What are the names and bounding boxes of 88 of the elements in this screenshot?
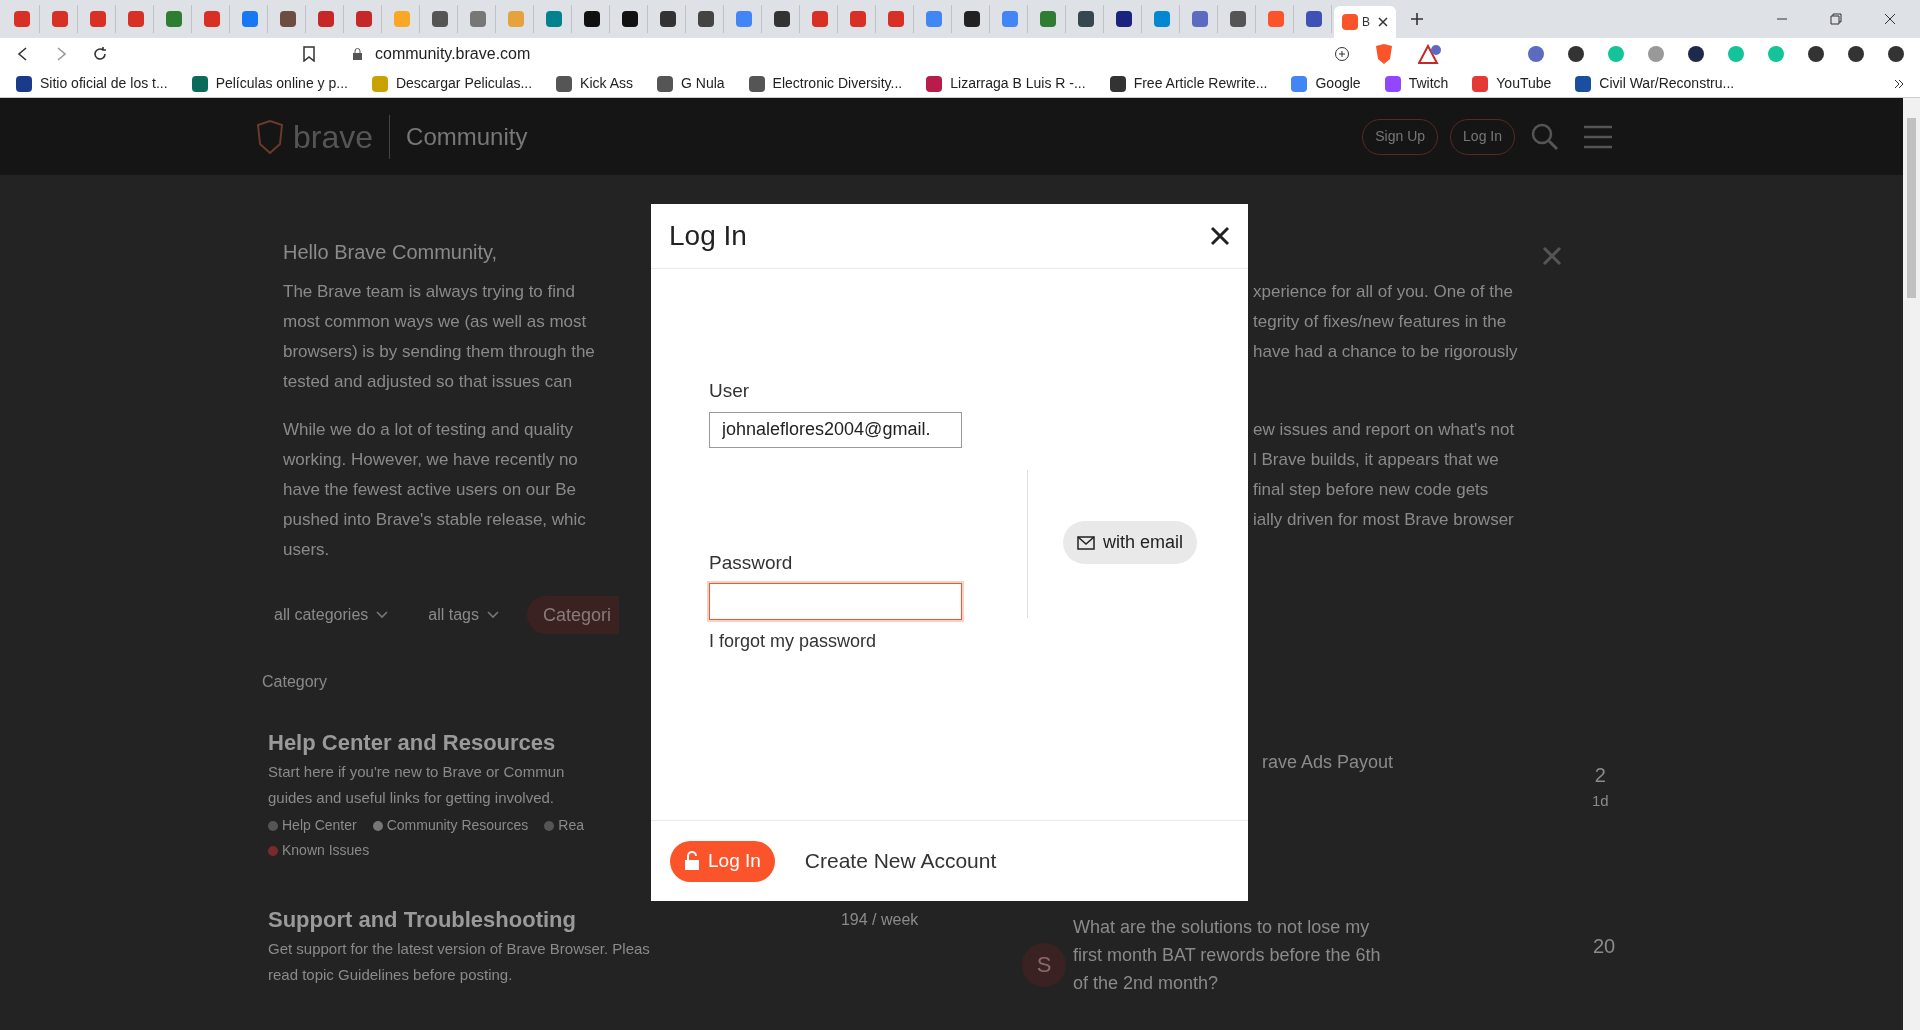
bookmark-item[interactable]: YouTube [1472,73,1552,94]
extension-icon[interactable] [1688,46,1704,62]
banner-text: have had a chance to be rigorously [1253,341,1518,363]
extension-icon[interactable] [1568,46,1584,62]
restore-icon[interactable] [1830,13,1842,25]
categories-dropdown[interactable]: all categories [262,597,401,633]
dialog-title: Log In [669,219,747,253]
envelope-icon [1077,535,1095,550]
bookmark-item[interactable]: Lizarraga B Luis R -... [926,73,1086,94]
close-icon[interactable] [1378,17,1388,27]
bookmark-item[interactable]: Películas online y p... [191,73,348,94]
email-login-button[interactable]: with email [1063,521,1198,564]
tab-title: B [1362,14,1370,31]
banner-text: tegrity of fixes/new features in the [1253,311,1508,333]
topic-age: 1d [1592,791,1609,811]
banner-text: While we do a lot of testing and quality [283,419,575,441]
bookmark-item[interactable]: Civil War/Reconstru... [1575,73,1735,94]
zoom-icon[interactable] [1334,46,1350,62]
banner-text: most common ways we (as well as most [283,311,588,333]
chevron-icon [376,611,389,619]
banner-title: Hello Brave Community, [283,240,498,265]
lock-icon [352,47,363,61]
extension-icon[interactable] [1888,46,1904,62]
tags-dropdown[interactable]: all tags [416,597,511,633]
create-account-link[interactable]: Create New Account [804,845,997,877]
banner-text: browsers) is by sending them through the [283,341,596,363]
reply-count: 2 [1594,763,1606,788]
close-icon[interactable] [1210,226,1230,246]
extension-icon[interactable] [1848,46,1864,62]
category-description: Get support for the latest version of Brave Browser. Pleas [268,939,650,959]
user-label: User [709,379,750,403]
category-title[interactable]: Help Center and Resources [268,726,556,759]
category-title[interactable]: Support and Troubleshooting [268,903,576,936]
bookmark-item[interactable]: Kick Ass [556,73,633,94]
reload-icon[interactable] [92,46,108,62]
bookmark-item[interactable]: G Nula [657,73,725,94]
user-avatar[interactable]: S [1022,942,1066,987]
banner-text: tested and adjusted so that issues can [283,371,574,393]
log-in-submit-button[interactable]: Log In [670,840,775,882]
shield-icon[interactable] [1374,43,1394,65]
topic-title[interactable]: first month BAT rewords before the 6th [1073,940,1381,969]
reply-count: 20 [1593,933,1616,959]
banner-text: xperience for all of you. One of the [1253,281,1514,303]
category-description: guides and useful links for getting involved. [268,788,554,808]
category-heading: Category [262,672,327,692]
password-label: Password [709,550,793,575]
unlock-icon [684,851,700,871]
topic-title[interactable]: of the 2nd month? [1073,968,1219,997]
banner-text: l Brave builds, it appears that we [1253,449,1500,471]
forgot-password-link[interactable]: I forgot my password [709,628,877,655]
banner-text: working. However, we have recently no [283,449,579,471]
chevron-icon [487,611,499,619]
bookmark-item[interactable]: Twitch [1384,73,1449,94]
category-stat: 194 / week [840,909,919,930]
topic-title[interactable]: What are the solutions to not lose my [1073,912,1370,941]
more-bookmarks-icon[interactable] [1894,78,1904,89]
banner-text: ew issues and report on what's not [1253,419,1515,441]
banner-text: users. [283,539,331,561]
password-field[interactable] [709,583,962,620]
community-title[interactable]: Community [406,118,528,155]
subcategory-link[interactable]: Help Center [268,815,357,836]
banner-text: have the fewest active users on our Be [283,479,577,501]
search-icon[interactable] [1531,122,1559,151]
category-description: read topic Guidelines before posting. [268,965,513,985]
user-field[interactable]: johnaleflores2004@gmail. [709,411,962,448]
bookmark-item[interactable]: Google [1291,73,1361,94]
banner-text: ially driven for most Brave browser [1253,509,1515,531]
bookmark-item[interactable]: Free Article Rewrite... [1109,73,1268,94]
scrollbar[interactable] [1903,98,1920,1030]
subcategory-link[interactable]: Rea [544,815,584,836]
category-description: Start here if you're new to Brave or Commun [268,762,565,782]
bookmark-icon[interactable] [302,46,316,62]
menu-icon[interactable] [1583,124,1613,149]
close-icon[interactable] [1884,13,1896,25]
subcategory-link[interactable]: Community Resources [372,815,529,836]
banner-text: pushed into Brave's stable release, whic [283,509,587,531]
bookmark-item[interactable]: Electronic Diversity... [748,73,903,94]
subcategory-link[interactable]: Known Issues [268,840,370,861]
bookmark-item[interactable]: Sitio oficial de los t... [16,73,168,94]
banner-text: final step before new code gets [1253,479,1490,501]
categories-button[interactable]: Categori [527,596,620,634]
new-tab-icon[interactable] [1410,12,1424,26]
banner-text: The Brave team is always trying to find [283,281,576,303]
extension-icon[interactable] [1808,46,1824,62]
triangle-icon[interactable] [1418,44,1442,64]
browser-tab[interactable]: B [1334,6,1396,38]
bookmark-item[interactable]: Descargar Peliculas... [371,73,533,94]
topic-title[interactable]: rave Ads Payout [1262,748,1394,776]
